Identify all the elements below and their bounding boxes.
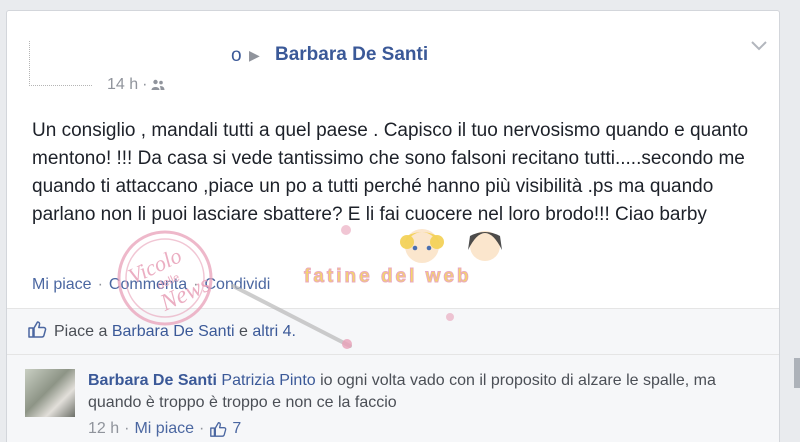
- likes-summary-text: Piace a Barbara De Santi e altri 4.: [54, 323, 296, 341]
- comment-timestamp[interactable]: 12 h: [88, 420, 119, 438]
- likes-others-link[interactable]: altri 4.: [252, 323, 296, 340]
- arrow-right-icon: ▶: [249, 47, 260, 63]
- likes-conjunction: e: [239, 323, 248, 340]
- chevron-down-icon[interactable]: [749, 39, 769, 53]
- likes-summary-bar: Piace a Barbara De Santi e altri 4.: [7, 309, 779, 354]
- post-author-fragment: o: [231, 45, 242, 66]
- meta-separator: ·: [199, 420, 205, 437]
- likes-prefix: Piace a: [54, 323, 108, 340]
- share-button[interactable]: Condividi: [204, 276, 270, 294]
- comment-mention-link[interactable]: Patrizia Pinto: [221, 372, 315, 389]
- post-timestamp[interactable]: 14 h: [107, 76, 138, 94]
- comment-like-button[interactable]: Mi piace: [134, 420, 194, 438]
- action-separator: ·: [193, 276, 199, 293]
- comment-avatar[interactable]: [25, 369, 75, 417]
- thumbs-up-icon: [28, 321, 47, 338]
- post-body-text: Un consiglio , mandali tutti a quel paes…: [32, 120, 749, 225]
- thumbs-up-icon: [210, 422, 227, 437]
- post-actions: Mi piace · Commenta · Condividi: [32, 276, 270, 294]
- comment-body: Barbara De Santi Patrizia Pinto io ogni …: [88, 370, 748, 414]
- like-button[interactable]: Mi piace: [32, 276, 92, 294]
- action-separator: ·: [97, 276, 103, 293]
- post-author-link[interactable]: Barbara De Santi: [275, 44, 428, 66]
- scrollbar-thumb[interactable]: [794, 358, 800, 388]
- comment-author-link[interactable]: Barbara De Santi: [88, 372, 217, 389]
- comment-meta: 12 h · Mi piace · 7: [88, 420, 241, 438]
- comment-button[interactable]: Commenta: [109, 276, 187, 294]
- post-avatar[interactable]: [29, 41, 92, 86]
- friends-audience-icon[interactable]: [151, 79, 165, 91]
- liker-name-link[interactable]: Barbara De Santi: [112, 323, 235, 340]
- meta-separator: ·: [142, 76, 148, 93]
- comment: Barbara De Santi Patrizia Pinto io ogni …: [7, 355, 779, 442]
- post-meta: 14 h ·: [107, 76, 165, 94]
- comment-like-count[interactable]: 7: [232, 420, 241, 438]
- post-card: o ▶ Barbara De Santi 14 h · Un consiglio…: [6, 10, 780, 442]
- meta-separator: ·: [124, 420, 130, 437]
